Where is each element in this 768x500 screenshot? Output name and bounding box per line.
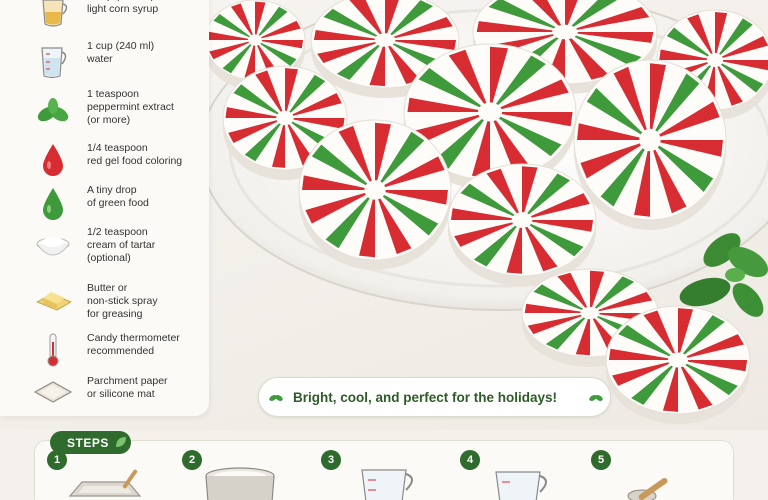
- step-number: 3: [321, 450, 341, 470]
- peppermint-candy: [298, 119, 452, 270]
- steps-title: STEPS: [67, 436, 109, 450]
- water-cup-icon: [41, 47, 67, 79]
- ingredient-item: 1/4 teaspoon red gel food coloring: [0, 140, 209, 188]
- ingredient-text: Parchment paper or silicone mat: [87, 375, 168, 400]
- ingredient-text: 1 teaspoon peppermint extract (or more): [87, 88, 174, 126]
- ingredient-text: 1/2 teaspoon cream of tartar (optional): [87, 226, 156, 264]
- pot-icon: [205, 467, 275, 500]
- step-number: 2: [182, 450, 202, 470]
- ingredient-text: 1 cup (240 ml) light corn syrup: [87, 0, 159, 15]
- corn-syrup-cup-icon: [42, 0, 68, 27]
- holly-leaf-icon: [589, 395, 603, 401]
- thermometer-icon: [47, 333, 59, 367]
- greased-pan-icon: [68, 469, 142, 497]
- ingredient-item: A tiny drop of green food: [0, 184, 209, 232]
- ingredient-item: 1 cup (240 ml) light corn syrup: [0, 0, 209, 42]
- leaf-icon: [116, 437, 126, 447]
- tagline-text: Bright, cool, and perfect for the holida…: [293, 390, 558, 405]
- red-drop-icon: [43, 144, 63, 176]
- ingredient-item: 1 teaspoon peppermint extract (or more): [0, 88, 209, 140]
- peppermint-candy: [573, 59, 727, 230]
- holly-leaf-icon: [269, 395, 283, 401]
- ingredient-item: Butter or non-stick spray for greasing: [0, 280, 209, 328]
- step-number: 4: [460, 450, 480, 470]
- peppermint-candy: [605, 305, 751, 424]
- butter-icon: [36, 292, 72, 311]
- measuring-cup-icon: [361, 469, 413, 500]
- parchment-tray-icon: [33, 381, 73, 403]
- green-drop-icon: [43, 188, 63, 220]
- ingredient-text: 1 cup (240 ml) water: [87, 40, 155, 65]
- pouring-cup-icon: [495, 471, 547, 500]
- step-number: 5: [591, 450, 611, 470]
- ingredient-item: Parchment paper or silicone mat: [0, 372, 209, 420]
- ingredient-text: Candy thermometer recommended: [87, 332, 180, 357]
- ingredient-item: 1 cup (240 ml) water: [0, 40, 209, 90]
- ingredient-item: Candy thermometer recommended: [0, 330, 209, 378]
- ingredients-panel: 1 cup (240 ml) light corn syrup 1 cup (2…: [0, 0, 209, 416]
- step-number: 1: [47, 450, 67, 470]
- cream-of-tartar-bowl-icon: [36, 237, 70, 256]
- ingredient-text: A tiny drop of green food: [87, 184, 149, 209]
- mint-leaf-icon: [37, 98, 69, 122]
- ingredient-item: 1/2 teaspoon cream of tartar (optional): [0, 226, 209, 274]
- ingredient-text: Butter or non-stick spray for greasing: [87, 282, 158, 320]
- spoon-icon: [627, 477, 668, 500]
- tagline-banner: Bright, cool, and perfect for the holida…: [258, 377, 611, 417]
- peppermint-candy: [447, 163, 597, 286]
- ingredient-text: 1/4 teaspoon red gel food coloring: [87, 142, 183, 167]
